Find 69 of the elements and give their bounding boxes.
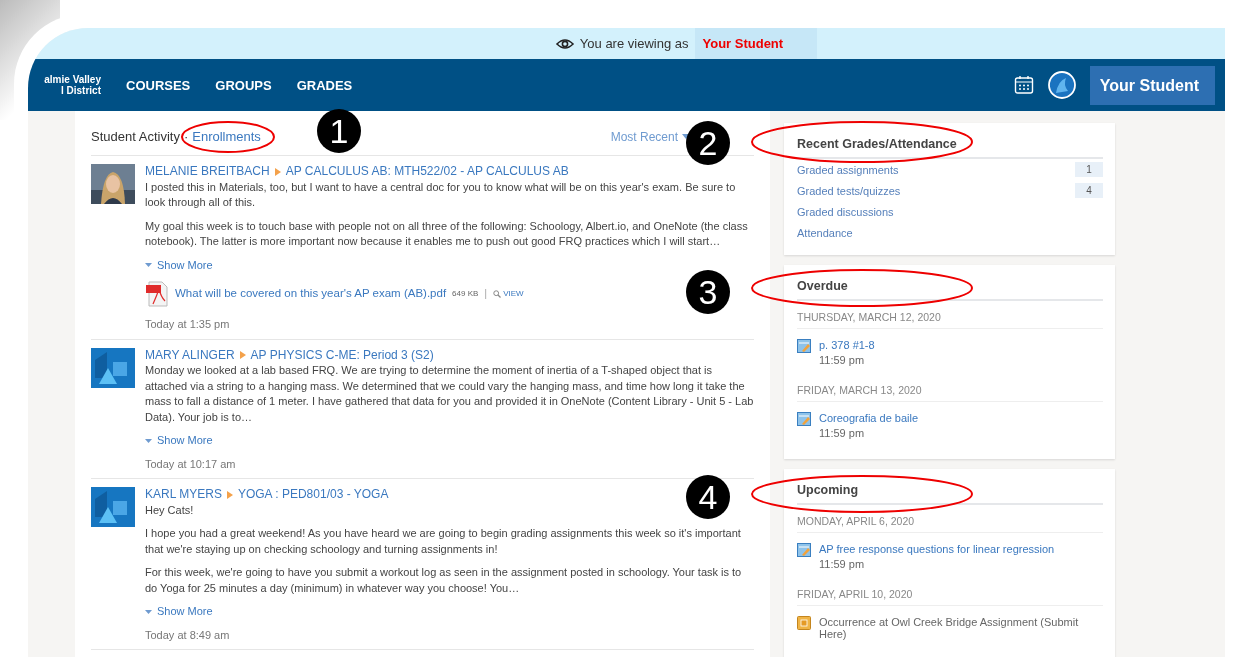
- assignment-link[interactable]: Occurrence at Owl Creek Bridge Assignment (Submit Here): [819, 616, 1103, 640]
- attachment-link[interactable]: What will be covered on this year's AP exam (AB).pdf: [175, 286, 447, 302]
- grade-category-link[interactable]: Graded tests/quizzes: [797, 184, 901, 197]
- date-heading: FRIDAY, MARCH 13, 2020: [797, 379, 1103, 402]
- date-heading: FRIDAY, APRIL 10, 2020: [797, 583, 1103, 606]
- activity-title: Student Activity: [91, 129, 180, 144]
- course-link[interactable]: AP PHYSICS C-ME: Period 3 (S2): [250, 347, 434, 363]
- arrow-icon: [239, 351, 246, 360]
- separator-text: |: [484, 286, 488, 302]
- post-time: Today at 8:49 am: [145, 627, 231, 643]
- course-link[interactable]: YOGA : PED801/03 - YOGA: [237, 487, 389, 503]
- post-time: Today at 1:35 pm: [145, 317, 231, 332]
- assignment-link[interactable]: p. 378 #1-8: [819, 339, 875, 351]
- default-avatar-icon: [91, 487, 135, 527]
- post-text: Monday we looked at a lab based FRQ. We are trying to determine the moment of inertia of a T-shaped object that is attached via a string to a hanging mass. We determined that we could vary the hanging mass, and time how long it take the mass to fall a distance of 1 meter. I have gathered that data for you and provided it in OneNote (Content Library - Unit 5 - Lab Data). Your job is to…: [145, 363, 754, 425]
- due-time: 11:59 pm: [819, 354, 866, 366]
- separator-dot: ·: [183, 129, 189, 144]
- arrow-icon: [274, 167, 281, 176]
- file-size: 649 KB: [452, 288, 479, 301]
- due-time: 11:59 pm: [819, 427, 866, 439]
- district-logo[interactable]: almie Valley l District: [28, 74, 101, 96]
- due-time: 11:59 pm: [819, 558, 866, 570]
- show-more-link[interactable]: Show More: [145, 604, 754, 620]
- assignment-link[interactable]: AP free response questions for linear regression: [819, 543, 1055, 555]
- post-text: My goal this week is to touch base with people not on all three of the following: Schoology, Albert.io, and OneNote (the class notebook). The latter is more important now because it enables me to push out good FRQ practices which I will start…: [145, 218, 749, 249]
- show-more-link[interactable]: Show More: [145, 433, 754, 449]
- post-time: Today at 10:17 am: [145, 456, 237, 472]
- assignment-icon: [797, 412, 811, 426]
- enrollments-link[interactable]: Enrollments: [192, 129, 261, 144]
- author-link[interactable]: MELANIE BREITBACH: [145, 164, 270, 180]
- author-link[interactable]: KARL MYERS: [145, 487, 222, 503]
- banner-text: You are viewing as: [579, 36, 689, 51]
- card-title: Recent Grades/Attendance: [797, 137, 1103, 159]
- nav-link[interactable]: GROUPS: [215, 77, 272, 93]
- student-name: Your Student: [694, 28, 818, 59]
- nav-link[interactable]: COURSES: [126, 77, 191, 93]
- eye-icon: [555, 37, 574, 50]
- author-link[interactable]: MARY ALINGER: [145, 347, 235, 363]
- caret-icon: [145, 609, 152, 614]
- date-heading: MONDAY, APRIL 6, 2020: [797, 510, 1103, 533]
- post-text: I hope you had a great weekend! As you have heard we are going to begin grading assignments this week so it's important that we're staying up on checking schoology and turning assignments in!: [145, 526, 742, 557]
- post-text: I posted this in Materials, too, but I want to have a central doc for you to know what will be on this year's exam. Be sure to look through all of this.: [145, 179, 737, 210]
- assignment-icon: [797, 543, 811, 557]
- post-text: For this week, we're going to have you submit a workout log as seen in the assignment posted in schoology. Your task is to do Yoga for 25 minutes a day (minimum) in whatever way you choose! You…: [145, 565, 743, 596]
- pdf-file-icon: [145, 281, 169, 307]
- caret-icon: [145, 438, 152, 443]
- avatar-icon[interactable]: [1047, 71, 1076, 99]
- view-link[interactable]: VIEW: [493, 286, 524, 302]
- search-icon: [493, 290, 502, 298]
- grade-category-link[interactable]: Graded assignments: [797, 163, 899, 176]
- grade-category-link[interactable]: Graded discussions: [797, 205, 894, 218]
- user-menu-button[interactable]: Your Student: [1089, 65, 1215, 105]
- grade-category-link[interactable]: Attendance: [797, 226, 853, 239]
- card-title: Upcoming: [797, 483, 1103, 505]
- count-badge: 4: [1075, 183, 1103, 198]
- post-text: Hey Cats!: [145, 502, 195, 518]
- folder-icon: [797, 616, 811, 630]
- count-badge: 1: [1075, 162, 1103, 177]
- assignment-icon: [797, 339, 811, 353]
- arrow-icon: [226, 490, 233, 499]
- card-title: Overdue: [797, 279, 1103, 301]
- nav-link[interactable]: GRADES: [296, 77, 353, 93]
- calendar-icon[interactable]: [1013, 75, 1034, 95]
- date-heading: THURSDAY, MARCH 12, 2020: [797, 306, 1103, 329]
- default-avatar-icon: [91, 347, 135, 388]
- assignment-link[interactable]: Coreografia de baile: [819, 412, 919, 424]
- caret-icon: [145, 263, 152, 268]
- course-link[interactable]: AP CALCULUS AB: MTH522/02 - AP CALCULUS AB: [285, 164, 569, 180]
- show-more-link[interactable]: Show More: [145, 257, 754, 273]
